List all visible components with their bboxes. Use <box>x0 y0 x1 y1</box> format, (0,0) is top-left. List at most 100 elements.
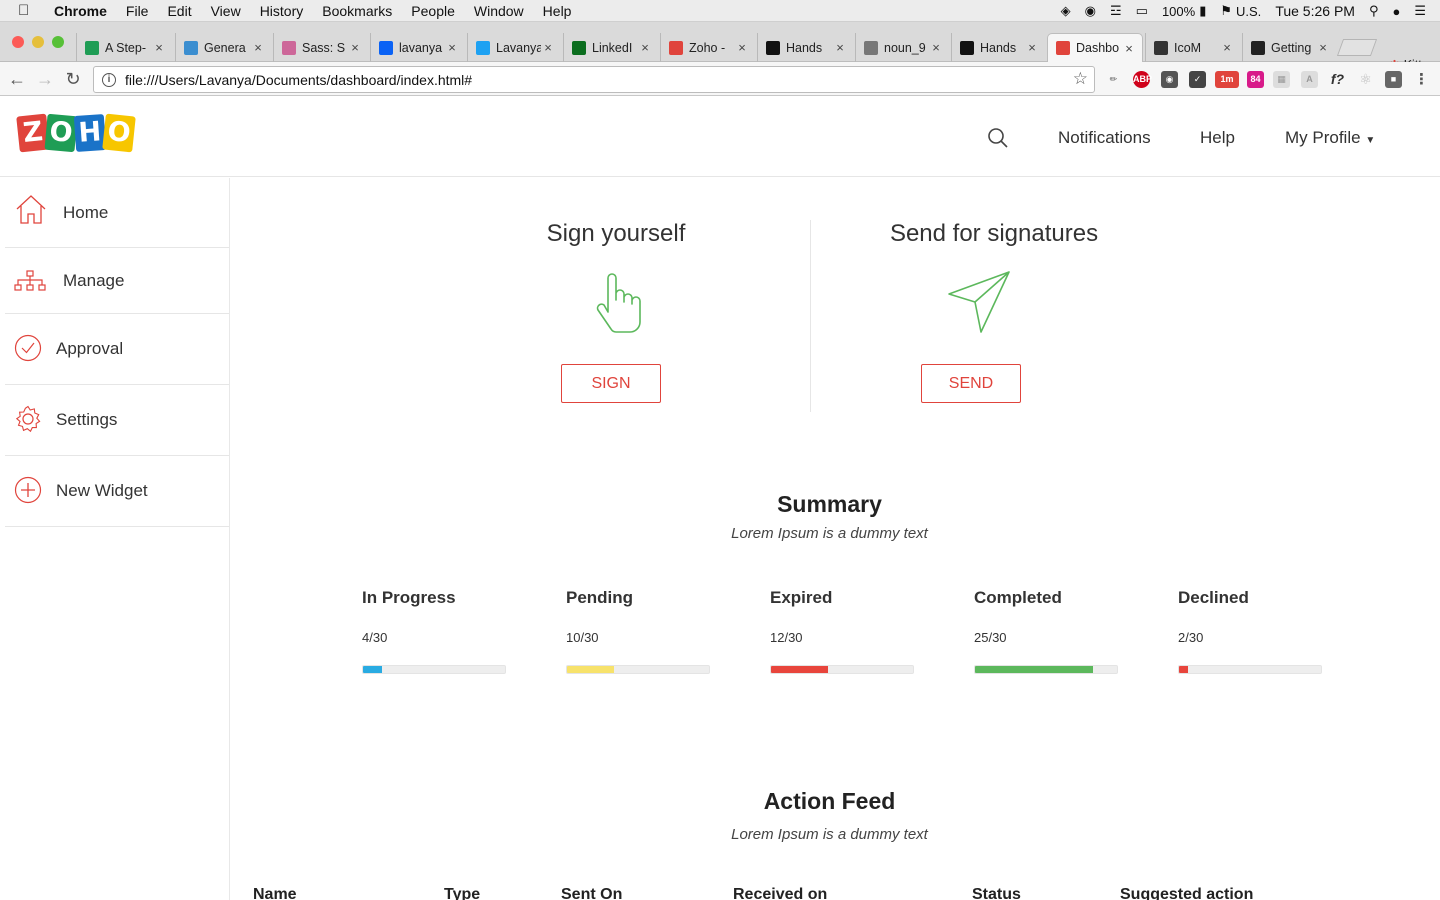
menu-window[interactable]: Window <box>474 3 524 19</box>
notification-center-icon[interactable]: ☰ <box>1414 3 1426 19</box>
stat-count: 2/30 <box>1178 630 1204 645</box>
close-tab-icon[interactable]: × <box>152 40 166 55</box>
action-feed-subtitle: Lorem Ipsum is a dummy text <box>731 826 928 843</box>
wifi-icon[interactable]: ☲ <box>1110 3 1122 19</box>
close-tab-icon[interactable]: × <box>1122 41 1136 56</box>
menu-file[interactable]: File <box>126 3 149 19</box>
sidebar-item-label: Approval <box>56 339 124 358</box>
close-tab-icon[interactable]: × <box>1316 40 1330 55</box>
more-menu-icon[interactable]: ⋮ <box>1413 71 1430 88</box>
zoho-icon <box>669 40 683 55</box>
one-min-icon[interactable]: 1m <box>1215 71 1239 88</box>
zoho-logo[interactable]: ZOHO <box>16 113 136 153</box>
app-header: ZOHO Notifications Help My Profile ▼ <box>0 97 1440 177</box>
reload-icon[interactable]: ↻ <box>62 68 84 90</box>
column-header-sent-on[interactable]: Sent On <box>561 886 622 900</box>
tab-0[interactable]: A Step- × <box>76 33 172 62</box>
adblock-icon[interactable]: ABP <box>1133 71 1152 88</box>
input-source[interactable]: U.S. <box>1236 4 1261 19</box>
tab-9[interactable]: Hands × <box>951 33 1045 62</box>
close-tab-icon[interactable]: × <box>251 40 265 55</box>
apple-icon[interactable]:  <box>18 2 38 19</box>
menu-app-name[interactable]: Chrome <box>54 3 107 19</box>
menu-view[interactable]: View <box>211 3 241 19</box>
back-icon[interactable]: ← <box>6 68 28 90</box>
eyedropper-icon[interactable]: ✏ <box>1105 71 1122 88</box>
stat-label: In Progress <box>362 588 456 607</box>
pocket-icon[interactable]: ✓ <box>1189 71 1206 88</box>
minimize-window-button[interactable] <box>32 36 44 48</box>
close-tab-icon[interactable]: × <box>638 40 652 55</box>
font-ext-icon[interactable]: f? <box>1329 71 1346 88</box>
grid-ext-icon[interactable]: ▦ <box>1273 71 1290 88</box>
close-tab-icon[interactable]: × <box>1220 40 1234 55</box>
menu-help[interactable]: Help <box>543 3 572 19</box>
menu-bookmarks[interactable]: Bookmarks <box>322 3 392 19</box>
close-tab-icon[interactable]: × <box>735 40 749 55</box>
airplay-icon[interactable]: ▭ <box>1136 3 1148 19</box>
url-text[interactable]: file:///Users/Lavanya/Documents/dashboar… <box>125 72 472 88</box>
stat-label: Declined <box>1178 588 1249 607</box>
stat-expired: Expired 12/30 <box>770 588 920 674</box>
menu-history[interactable]: History <box>260 3 304 19</box>
close-tab-icon[interactable]: × <box>348 40 362 55</box>
dropbox-icon[interactable]: ◈ <box>1061 3 1071 19</box>
tab-8[interactable]: noun_9 × <box>855 33 949 62</box>
close-window-button[interactable] <box>12 36 24 48</box>
stat-in-progress: In Progress 4/30 <box>362 588 512 674</box>
sidebar-item-settings[interactable]: Settings <box>5 385 229 456</box>
info-icon[interactable]: i <box>102 72 116 87</box>
column-header-received-on[interactable]: Received on <box>733 886 827 900</box>
clock[interactable]: Tue 5:26 PM <box>1275 3 1355 19</box>
tab-5[interactable]: LinkedI × <box>563 33 658 62</box>
tab-6[interactable]: Zoho - × <box>660 33 755 62</box>
zoom-window-button[interactable] <box>52 36 64 48</box>
search-icon[interactable] <box>987 127 1009 154</box>
tab-2[interactable]: Sass: S × <box>273 33 368 62</box>
close-tab-icon[interactable]: × <box>541 40 555 55</box>
sidebar-item-home[interactable]: Home <box>5 178 229 248</box>
close-tab-icon[interactable]: × <box>445 40 459 55</box>
sidebar-item-new-widget[interactable]: New Widget <box>5 456 229 527</box>
my-profile-label: My Profile <box>1285 128 1361 147</box>
notifications-link[interactable]: Notifications <box>1058 128 1151 148</box>
close-tab-icon[interactable]: × <box>929 40 943 55</box>
menu-people[interactable]: People <box>411 3 455 19</box>
address-bar[interactable]: i file:///Users/Lavanya/Documents/dashbo… <box>93 66 1095 93</box>
column-header-name[interactable]: Name <box>253 886 297 900</box>
column-header-status[interactable]: Status <box>972 886 1021 900</box>
tab-11[interactable]: IcoM × <box>1145 33 1240 62</box>
binoculars-icon[interactable]: ◉ <box>1085 3 1096 19</box>
ghostery-icon[interactable]: ◉ <box>1161 71 1178 88</box>
status-area: ◈ ◉ ☲ ▭ 100% ▮ ⚑ U.S. Tue 5:26 PM ⚲ ● ☰ <box>1061 0 1440 22</box>
sidebar-item-manage[interactable]: Manage <box>5 248 229 314</box>
spotlight-icon[interactable]: ⚲ <box>1369 3 1379 19</box>
help-link[interactable]: Help <box>1200 128 1235 148</box>
puzzle-icon[interactable]: ■ <box>1385 71 1402 88</box>
battery-percent[interactable]: 100% <box>1162 4 1195 19</box>
close-tab-icon[interactable]: × <box>1025 40 1039 55</box>
progress-bar <box>362 665 506 674</box>
angular-icon[interactable]: A <box>1301 71 1318 88</box>
menu-edit[interactable]: Edit <box>167 3 191 19</box>
my-profile-menu[interactable]: My Profile ▼ <box>1285 128 1375 148</box>
send-button[interactable]: SEND <box>921 364 1021 403</box>
tab-10[interactable]: Dashbo × <box>1047 33 1143 62</box>
column-header-suggested-action[interactable]: Suggested action <box>1120 886 1253 900</box>
new-tab-button[interactable] <box>1336 39 1378 56</box>
forward-icon[interactable]: → <box>34 68 56 90</box>
react-ext-icon[interactable]: ⚛ <box>1357 71 1374 88</box>
siri-icon[interactable]: ● <box>1392 4 1400 19</box>
tab-1[interactable]: Genera × <box>175 33 271 62</box>
tab-3[interactable]: lavanya × <box>370 33 465 62</box>
close-tab-icon[interactable]: × <box>833 40 847 55</box>
sidebar-item-approval[interactable]: Approval <box>5 314 229 385</box>
battery-icon[interactable]: ▮ <box>1199 3 1206 19</box>
column-header-type[interactable]: Type <box>444 886 480 900</box>
tab-12[interactable]: Getting × <box>1242 33 1336 62</box>
sign-button[interactable]: SIGN <box>561 364 661 403</box>
tab-7[interactable]: Hands × <box>757 33 853 62</box>
tab-4[interactable]: Lavanya × <box>467 33 561 62</box>
badge-84-icon[interactable]: 84 <box>1247 71 1264 88</box>
bookmark-star-icon[interactable]: ☆ <box>1073 69 1088 89</box>
